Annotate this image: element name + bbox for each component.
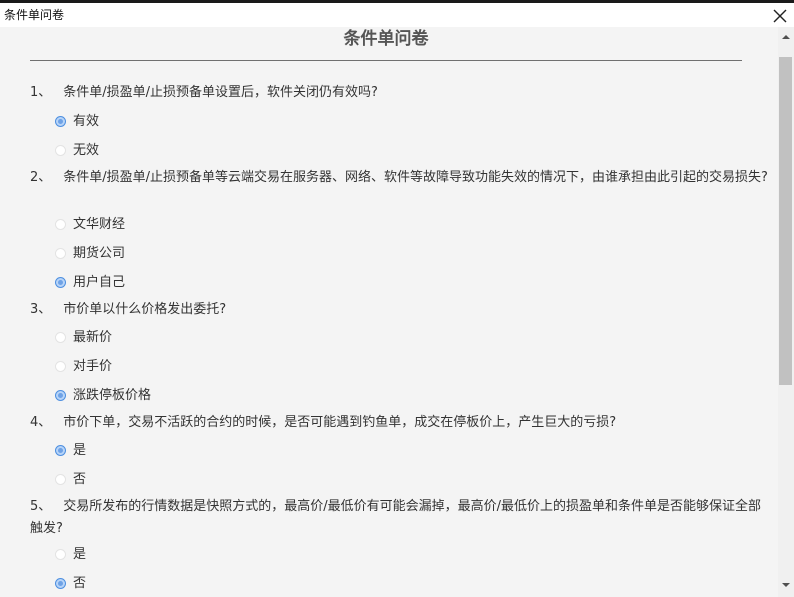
chevron-up-icon bbox=[782, 35, 790, 39]
option-label: 否 bbox=[73, 472, 87, 487]
question-text: 交易所发布的行情数据是快照方式的，最高价/最低价有可能会漏掉，最高价/最低价上的… bbox=[30, 499, 762, 536]
option-label: 期货公司 bbox=[73, 246, 126, 261]
option-label: 用户自己 bbox=[73, 275, 126, 290]
close-button[interactable] bbox=[770, 6, 790, 26]
question-text: 市价下单，交易不活跃的合约的时候，是否可能遇到钓鱼单，成交在停板价上，产生巨大的… bbox=[63, 415, 617, 430]
heading-divider bbox=[30, 60, 742, 61]
question-text: 市价单以什么价格发出委托? bbox=[63, 302, 227, 317]
question-number: 5、 bbox=[30, 499, 52, 514]
radio-button[interactable] bbox=[55, 248, 66, 259]
radio-button-selected[interactable] bbox=[55, 390, 66, 401]
question-3: 3、 市价单以什么价格发出委托? bbox=[30, 299, 772, 321]
option-label: 否 bbox=[73, 576, 87, 591]
radio-button-selected[interactable] bbox=[55, 578, 66, 589]
option-label: 对手价 bbox=[73, 359, 113, 374]
radio-button[interactable] bbox=[55, 219, 66, 230]
option-label: 涨跌停板价格 bbox=[73, 388, 152, 403]
title-bar: 条件单问卷 bbox=[0, 3, 794, 27]
question-text: 条件单/损盈单/止损预备单等云端交易在服务器、网络、软件等故障导致功能失效的情况… bbox=[63, 170, 768, 185]
chevron-down-icon bbox=[782, 583, 790, 587]
option-label: 无效 bbox=[73, 143, 100, 158]
radio-button-selected[interactable] bbox=[55, 445, 66, 456]
scroll-down-button[interactable] bbox=[778, 577, 794, 593]
question-text: 条件单/损盈单/止损预备单设置后，软件关闭仍有效吗? bbox=[63, 85, 378, 100]
question-1: 1、 条件单/损盈单/止损预备单设置后，软件关闭仍有效吗? bbox=[30, 82, 772, 104]
option-label: 有效 bbox=[73, 114, 100, 129]
option-label: 最新价 bbox=[73, 330, 113, 345]
radio-button[interactable] bbox=[55, 332, 66, 343]
scroll-up-button[interactable] bbox=[778, 29, 794, 45]
vertical-scrollbar[interactable] bbox=[778, 27, 794, 597]
radio-button-selected[interactable] bbox=[55, 116, 66, 127]
questionnaire-content: 条件单问卷 1、 条件单/损盈单/止损预备单设置后，软件关闭仍有效吗? 有效 无效… bbox=[0, 27, 778, 597]
question-number: 2、 bbox=[30, 170, 52, 185]
window-title: 条件单问卷 bbox=[4, 8, 65, 22]
question-number: 4、 bbox=[30, 415, 52, 430]
radio-button[interactable] bbox=[55, 145, 66, 156]
radio-button[interactable] bbox=[55, 361, 66, 372]
question-2: 2、 条件单/损盈单/止损预备单等云端交易在服务器、网络、软件等故障导致功能失效的… bbox=[30, 167, 772, 189]
option-label: 是 bbox=[73, 547, 87, 562]
option-label: 是 bbox=[73, 443, 87, 458]
radio-button[interactable] bbox=[55, 549, 66, 560]
option-label: 文华财经 bbox=[73, 217, 126, 232]
question-number: 1、 bbox=[30, 85, 52, 100]
question-4: 4、 市价下单，交易不活跃的合约的时候，是否可能遇到钓鱼单，成交在停板价上，产生巨… bbox=[30, 412, 772, 434]
question-5: 5、 交易所发布的行情数据是快照方式的，最高价/最低价有可能会漏掉，最高价/最低价… bbox=[30, 496, 772, 540]
scrollbar-thumb[interactable] bbox=[779, 57, 792, 385]
question-number: 3、 bbox=[30, 302, 52, 317]
radio-button-selected[interactable] bbox=[55, 277, 66, 288]
close-icon bbox=[773, 9, 787, 23]
questionnaire-window: 条件单问卷 条件单问卷 1、 条件单/损盈单/止损预备单设置后，软件关闭仍有效吗?… bbox=[0, 0, 794, 597]
page-title: 条件单问卷 bbox=[343, 29, 429, 49]
radio-button[interactable] bbox=[55, 474, 66, 485]
